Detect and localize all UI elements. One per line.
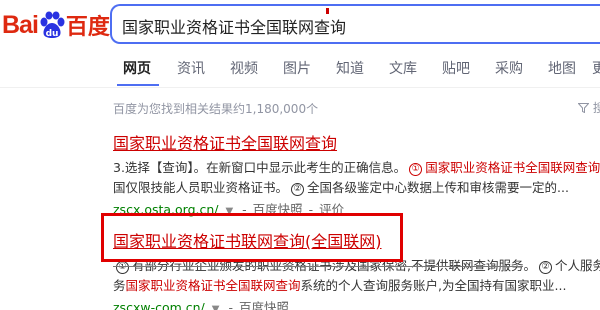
snippet-text: 3.选择【查询】。在新窗口中显示此考生的正确信息。 bbox=[113, 160, 407, 175]
circled-number: ① bbox=[409, 163, 423, 176]
snapshot-link[interactable]: 百度快照 bbox=[239, 300, 289, 310]
tab-map[interactable]: 地图 bbox=[548, 58, 576, 78]
logo-text-en: Bai bbox=[2, 10, 39, 39]
baidu-paw-icon: du bbox=[39, 11, 65, 39]
circled-number: ① bbox=[116, 261, 129, 274]
snippet-text: 国仅限技能人员职业资格证书。 bbox=[113, 180, 289, 195]
snippet-text: 系统的个人查询服务账户,为全国持有国家职业... bbox=[300, 278, 567, 293]
circled-number: ② bbox=[291, 183, 305, 196]
snippet-highlight: 国家职业资格证书全国联网查询 bbox=[425, 160, 600, 175]
snippet-text: 个人服务 bbox=[554, 258, 600, 273]
search-tools-button[interactable]: 搜 bbox=[577, 99, 600, 116]
result-snippet: ① 有部分行业企业颁发的职业资格证书涉及国家保密,不提供联网查询服务。 ② 个人服务 … bbox=[113, 256, 600, 296]
snippet-text: 务 bbox=[113, 278, 126, 293]
snippet-highlight: 国家职业资格证书全国联网查询 bbox=[125, 278, 301, 293]
result-count: 百度为您找到相关结果约1,180,000个 bbox=[113, 102, 319, 116]
strikethrough-line bbox=[113, 266, 523, 267]
separator: - bbox=[228, 300, 233, 310]
logo-text-cn: 百度 bbox=[65, 15, 110, 40]
result-snippet: 3.选择【查询】。在新窗口中显示此考生的正确信息。 ① 国家职业资格证书全国联网查询… bbox=[113, 158, 600, 198]
tab-purchase[interactable]: 采购 bbox=[495, 58, 523, 78]
annotation-highlight-box bbox=[101, 213, 403, 262]
circled-number: ② bbox=[538, 261, 552, 274]
result-title-link[interactable]: 国家职业资格证书全国联网查询 bbox=[113, 130, 337, 154]
tab-web[interactable]: 网页 bbox=[123, 58, 151, 78]
tab-wenku[interactable]: 文库 bbox=[389, 58, 417, 78]
tab-news[interactable]: 资讯 bbox=[177, 58, 205, 78]
tab-more[interactable]: 更 bbox=[592, 58, 600, 78]
baidu-logo[interactable]: Bai du 百度 bbox=[2, 6, 110, 44]
tab-zhidao[interactable]: 知道 bbox=[336, 58, 364, 78]
tabs-divider bbox=[0, 87, 600, 88]
tab-tieba[interactable]: 贴吧 bbox=[442, 58, 470, 78]
filter-icon bbox=[577, 101, 593, 115]
snippet-text: 全国各级鉴定中心数据上传和审核需要一定的... bbox=[307, 180, 569, 195]
result-url[interactable]: zscxw-com.cn/ bbox=[113, 300, 205, 310]
search-box[interactable]: 国家职业资格证书全国联网查询 bbox=[110, 4, 600, 44]
active-tab-indicator bbox=[117, 84, 159, 86]
dropdown-arrow-icon[interactable]: ▼ bbox=[212, 304, 220, 310]
tab-video[interactable]: 视频 bbox=[230, 58, 258, 78]
svg-text:du: du bbox=[45, 29, 58, 39]
search-result: 国家职业资格证书全国联网查询 3.选择【查询】。在新窗口中显示此考生的正确信息。… bbox=[113, 130, 600, 221]
search-tools-label: 搜 bbox=[592, 101, 600, 115]
search-input[interactable]: 国家职业资格证书全国联网查询 bbox=[122, 14, 346, 38]
header: Bai du 百度 国家职业资格证书全国联网查询 bbox=[0, 0, 600, 48]
tab-images[interactable]: 图片 bbox=[283, 58, 311, 78]
search-tabs: 网页 资讯 视频 图片 知道 文库 贴吧 采购 地图 更 bbox=[0, 58, 600, 86]
result-source: zscxw-com.cn/ ▼ - 百度快照 bbox=[113, 299, 600, 310]
